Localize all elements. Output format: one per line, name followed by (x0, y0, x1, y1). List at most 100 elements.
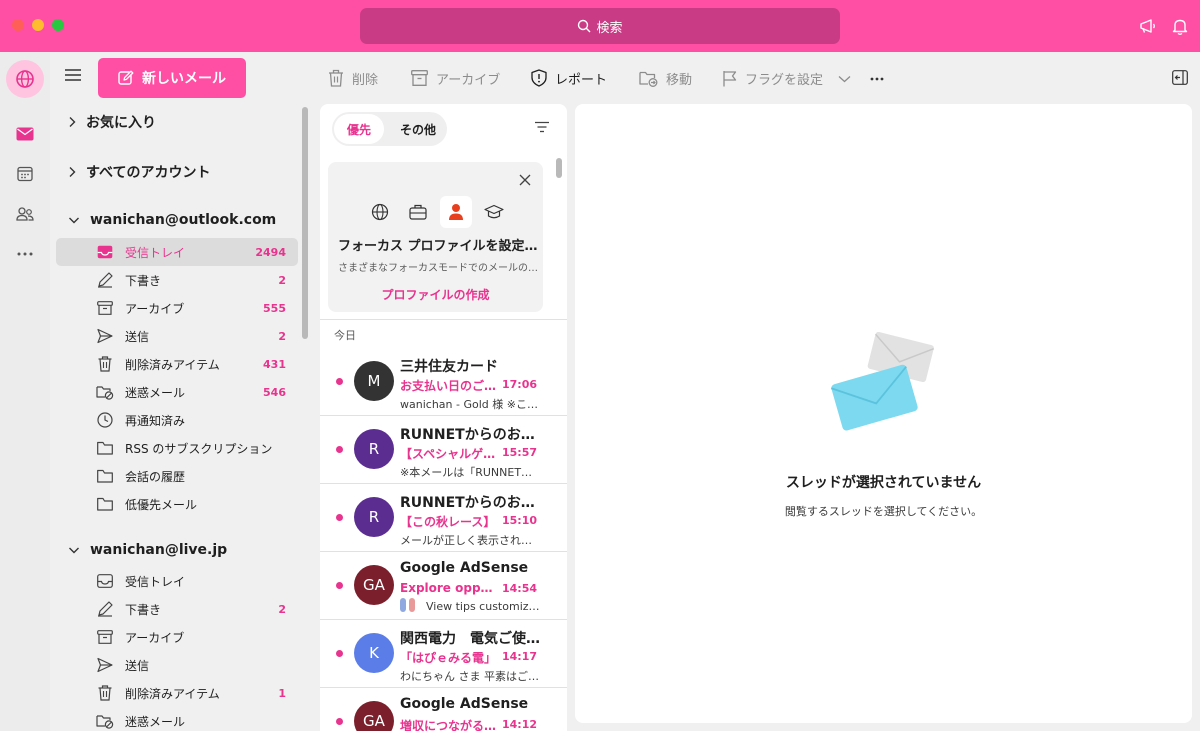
section-header-today: 今日 (334, 329, 356, 342)
message-row[interactable]: GA Google AdSense Explore opportunities … (320, 552, 567, 618)
create-profile-link[interactable]: プロファイルの作成 (328, 286, 543, 303)
mail-icon (16, 127, 34, 141)
message-sender: Google AdSense (400, 560, 529, 576)
people-icon (16, 207, 34, 221)
personal-profile-button[interactable] (440, 196, 472, 228)
folder-conversation-history[interactable]: 会話の履歴 (56, 462, 298, 490)
report-label: レポート (555, 72, 608, 88)
search-icon (578, 19, 591, 33)
message-list: 優先 その他 フォーカス プロファイルを設定する さまざまなフォーカスモードでの… (320, 104, 567, 731)
people-nav-button[interactable] (15, 204, 35, 224)
message-subject: 増収につながるヒント (400, 719, 500, 731)
archive-button[interactable]: アーカイブ (411, 68, 500, 88)
folder-junk[interactable]: 迷惑メール 546 (56, 378, 298, 406)
globe-icon (371, 203, 389, 221)
calendar-nav-button[interactable] (15, 164, 35, 184)
message-time: 15:10 (501, 514, 537, 527)
flag-button[interactable]: フラグを設定 (722, 68, 823, 88)
unread-indicator (336, 514, 343, 521)
inbox-icon (96, 243, 114, 261)
hamburger-menu-icon[interactable] (64, 68, 82, 82)
minimize-window-button[interactable] (32, 19, 44, 31)
category-tag-blue (400, 598, 406, 612)
message-subject: 「はぴｅみる電」 (400, 651, 497, 665)
trash-icon (329, 69, 343, 87)
all-accounts-button[interactable] (6, 60, 44, 98)
person-icon (449, 204, 463, 220)
account-group-live[interactable]: wanichan@live.jp (68, 542, 227, 558)
new-mail-button[interactable]: 新しいメール (98, 58, 246, 98)
close-window-button[interactable] (12, 19, 24, 31)
message-preview: ※本メールは「RUNNET」会員 (400, 466, 540, 479)
message-row[interactable]: GA Google AdSense 増収につながるヒント 14:12 (320, 688, 567, 731)
folder-inbox[interactable]: 受信トレイ 2494 (56, 238, 298, 266)
megaphone-icon[interactable] (1138, 16, 1158, 36)
archive-icon (96, 299, 114, 317)
tab-focused[interactable]: 優先 (334, 114, 384, 144)
folder-archive[interactable]: アーカイブ 555 (56, 294, 298, 322)
message-sender: Google AdSense (400, 696, 529, 712)
folder-deleted[interactable]: 削除済みアイテム 1 (56, 679, 298, 707)
folder-deleted[interactable]: 削除済みアイテム 431 (56, 350, 298, 378)
more-options-icon[interactable] (870, 77, 884, 81)
focus-card-title: フォーカス プロファイルを設定する (338, 239, 538, 254)
message-preview: wanichan - Gold 様 ※このメールは (400, 398, 540, 411)
all-accounts-group[interactable]: すべてのアカウント (68, 162, 210, 182)
filter-icon[interactable] (534, 121, 550, 133)
folder-move-icon (639, 71, 658, 87)
account-group-outlook[interactable]: wanichan@outlook.com (68, 212, 276, 228)
folder-icon (96, 495, 114, 513)
calendar-icon (17, 166, 33, 182)
folder-snoozed[interactable]: 再通知済み (56, 406, 298, 434)
message-subject: Explore opportunities (400, 581, 500, 595)
unread-indicator (336, 582, 343, 589)
chevron-down-icon (69, 217, 79, 224)
message-preview: メールが正しく表示されない場合 (400, 534, 540, 547)
message-list-scrollbar[interactable] (556, 158, 562, 178)
education-profile-button[interactable] (478, 196, 510, 228)
globe-profile-button[interactable] (364, 196, 396, 228)
message-sender: RUNNETからのお知らせ (400, 427, 540, 443)
close-icon[interactable] (519, 174, 531, 186)
delete-button[interactable]: 削除 (328, 68, 378, 88)
folder-sent[interactable]: 送信 (56, 651, 298, 679)
divider (320, 319, 567, 320)
new-mail-label: 新しいメール (142, 70, 226, 86)
compose-icon (118, 70, 134, 85)
message-row[interactable]: R RUNNETからのお知らせ 【この秋レース】 15:10 メールが正しく表示… (320, 484, 567, 550)
chevron-down-icon[interactable] (838, 75, 851, 83)
trash-icon (96, 684, 114, 702)
folder-archive[interactable]: アーカイブ (56, 623, 298, 651)
folder-rss[interactable]: RSS のサブスクリプション (56, 434, 298, 462)
message-preview: View tips customized (426, 600, 540, 613)
folder-sent[interactable]: 送信 2 (56, 322, 298, 350)
app-rail (0, 52, 50, 731)
zoom-window-button[interactable] (52, 19, 64, 31)
account-name: wanichan@live.jp (90, 542, 228, 558)
message-row[interactable]: R RUNNETからのお知らせ 【スペシャルゲスト】 15:57 ※本メールは「… (320, 416, 567, 482)
folder-pane-scrollbar[interactable] (302, 107, 308, 339)
collapse-pane-icon[interactable] (1172, 70, 1188, 85)
trash-icon (96, 355, 114, 373)
bell-icon[interactable] (1170, 16, 1190, 36)
message-row[interactable]: K 関西電力 電気ご使用量 「はぴｅみる電」 14:17 わにちゃん さま 平素… (320, 620, 567, 686)
message-row[interactable]: M 三井住友カード お支払い日のご案内 17:06 wanichan - Gol… (320, 348, 567, 414)
folder-junk[interactable]: 迷惑メール (56, 707, 298, 731)
more-apps-button[interactable] (15, 244, 35, 264)
move-button[interactable]: 移動 (639, 68, 692, 88)
folder-drafts[interactable]: 下書き 2 (56, 266, 298, 294)
message-time: 14:54 (501, 582, 537, 595)
work-profile-button[interactable] (402, 196, 434, 228)
message-sender: 三井住友カード (400, 359, 498, 375)
folder-low-priority[interactable]: 低優先メール (56, 490, 298, 518)
tab-other[interactable]: その他 (392, 114, 444, 144)
folder-inbox[interactable]: 受信トレイ (56, 567, 298, 595)
folder-drafts[interactable]: 下書き 2 (56, 595, 298, 623)
report-button[interactable]: レポート (531, 68, 607, 88)
shield-alert-icon (531, 69, 547, 87)
search-bar[interactable]: 検索 (360, 8, 840, 44)
mail-nav-button[interactable] (15, 124, 35, 144)
unread-indicator (336, 378, 343, 385)
favorites-group[interactable]: お気に入り (68, 112, 156, 132)
message-subject: 【この秋レース】 (400, 515, 496, 529)
